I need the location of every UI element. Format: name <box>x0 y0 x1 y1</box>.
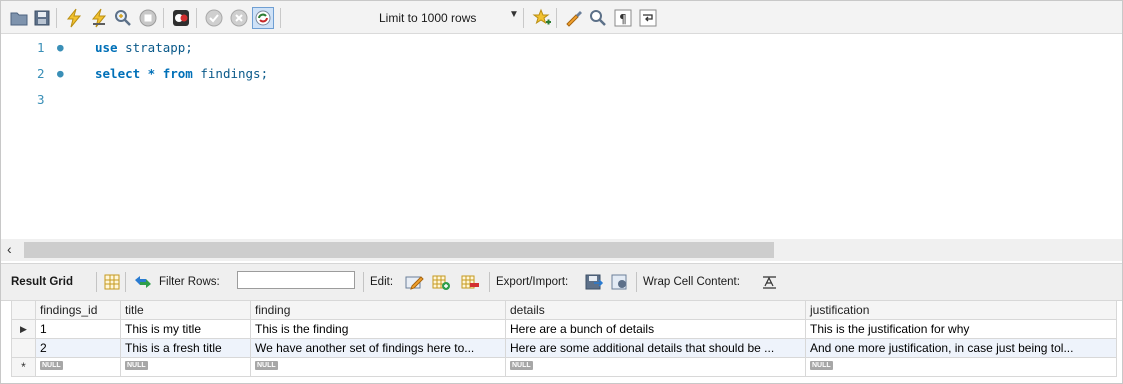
row-header-corner <box>11 300 36 320</box>
wrap-cell-content-label: Wrap Cell Content: <box>643 276 740 288</box>
toolbar-separator <box>96 272 97 292</box>
toolbar-separator <box>56 8 57 28</box>
result-grid: findings_id title finding details justif… <box>11 300 1117 377</box>
save-icon[interactable] <box>32 8 52 28</box>
toolbar-separator <box>163 8 164 28</box>
scrollbar-thumb[interactable] <box>24 242 774 258</box>
limit-dropdown-icon[interactable]: ▼ <box>509 9 519 20</box>
toolbar-separator <box>280 8 281 28</box>
table-cell[interactable]: This is the finding <box>250 319 506 339</box>
column-header[interactable]: details <box>505 300 806 320</box>
line-number: 3 <box>37 92 45 107</box>
limit-rows-select[interactable]: Limit to 1000 rows <box>379 11 476 25</box>
find-icon[interactable] <box>588 8 608 28</box>
table-cell[interactable]: We have another set of findings here to.… <box>250 338 506 358</box>
result-grid-tab[interactable]: Result Grid <box>11 276 73 288</box>
null-badge: NULL <box>255 361 278 370</box>
statement-marker-icon: ● <box>57 67 64 80</box>
explain-icon[interactable] <box>113 8 133 28</box>
beautify-icon[interactable] <box>532 8 552 28</box>
horizontal-scrollbar[interactable]: ‹ <box>1 239 1122 261</box>
row-header <box>11 338 36 358</box>
edit-row-icon[interactable] <box>404 273 424 291</box>
refresh-arrows-icon[interactable] <box>133 273 153 291</box>
scroll-left-icon[interactable]: ‹ <box>7 241 12 257</box>
column-header[interactable]: findings_id <box>35 300 121 320</box>
commit-icon[interactable] <box>204 8 224 28</box>
code-text[interactable]: use stratapp; <box>95 38 193 58</box>
toolbar-separator <box>523 8 524 28</box>
grid-view-icon[interactable] <box>102 273 122 291</box>
add-row-icon[interactable] <box>431 273 451 291</box>
column-header[interactable]: finding <box>250 300 506 320</box>
sql-editor-window: Limit to 1000 rows ▼ ¶ 1 ● use stratapp;… <box>0 0 1123 384</box>
toolbar-separator <box>489 272 490 292</box>
line-number: 1 <box>37 40 45 55</box>
toggle-error-icon[interactable] <box>171 8 191 28</box>
execute-icon[interactable] <box>64 8 84 28</box>
table-row[interactable]: 2 This is a fresh title We have another … <box>11 338 1117 358</box>
table-cell[interactable]: NULL <box>505 357 806 377</box>
table-cell[interactable]: This is a fresh title <box>120 338 251 358</box>
sql-keyword: use <box>95 40 118 55</box>
new-row[interactable]: * NULL NULL NULL NULL NULL <box>11 357 1117 377</box>
table-cell[interactable]: NULL <box>120 357 251 377</box>
open-folder-icon[interactable] <box>9 8 29 28</box>
toolbar-separator <box>556 8 557 28</box>
sql-identifier: findings; <box>192 66 269 81</box>
toolbar-separator <box>363 272 364 292</box>
column-header[interactable]: justification <box>805 300 1117 320</box>
new-row-indicator: * <box>11 357 36 377</box>
import-icon[interactable] <box>610 273 630 291</box>
null-badge: NULL <box>125 361 148 370</box>
table-cell[interactable]: This is the justification for why <box>805 319 1117 339</box>
svg-text:¶: ¶ <box>619 12 627 26</box>
invisible-chars-icon[interactable]: ¶ <box>613 8 633 28</box>
null-badge: NULL <box>40 361 63 370</box>
result-toolbar: Result Grid Filter Rows: Edit: Export/Im… <box>1 263 1122 301</box>
line-number: 2 <box>37 66 45 81</box>
execute-current-icon[interactable] <box>89 8 109 28</box>
grid-header-row: findings_id title finding details justif… <box>11 300 1117 320</box>
wrap-cell-icon[interactable] <box>760 273 780 291</box>
autocommit-icon[interactable] <box>252 7 274 29</box>
table-row[interactable]: ▶ 1 This is my title This is the finding… <box>11 319 1117 339</box>
toolbar-separator <box>636 272 637 292</box>
sql-identifier: stratapp; <box>117 40 193 55</box>
table-cell[interactable]: This is my title <box>120 319 251 339</box>
export-icon[interactable] <box>584 273 604 291</box>
table-cell[interactable]: NULL <box>35 357 121 377</box>
edit-label: Edit: <box>370 276 394 288</box>
column-header[interactable]: title <box>120 300 251 320</box>
table-cell[interactable]: 2 <box>35 338 121 358</box>
export-import-label: Export/Import: <box>496 276 569 288</box>
toolbar-separator <box>125 272 126 292</box>
brush-icon[interactable] <box>564 8 584 28</box>
null-badge: NULL <box>510 361 533 370</box>
table-cell[interactable]: 1 <box>35 319 121 339</box>
sql-editor[interactable]: 1 ● use stratapp; 2 ● select * from find… <box>1 34 1122 239</box>
rollback-icon[interactable] <box>229 8 249 28</box>
delete-row-icon[interactable] <box>460 273 480 291</box>
table-cell[interactable]: NULL <box>250 357 506 377</box>
table-cell[interactable]: NULL <box>805 357 1117 377</box>
table-cell[interactable]: Here are some additional details that sh… <box>505 338 806 358</box>
table-cell[interactable]: And one more justification, in case just… <box>805 338 1117 358</box>
sql-keyword: select * from <box>95 66 193 81</box>
stop-icon[interactable] <box>138 8 158 28</box>
code-text[interactable]: select * from findings; <box>95 64 268 84</box>
filter-rows-input[interactable] <box>237 271 355 289</box>
current-row-indicator: ▶ <box>11 319 36 339</box>
query-toolbar: Limit to 1000 rows ▼ ¶ <box>1 1 1122 34</box>
table-cell[interactable]: Here are a bunch of details <box>505 319 806 339</box>
toolbar-separator <box>196 8 197 28</box>
wrap-icon[interactable] <box>638 8 658 28</box>
null-badge: NULL <box>810 361 833 370</box>
filter-rows-label: Filter Rows: <box>159 276 220 288</box>
statement-marker-icon: ● <box>57 41 64 54</box>
